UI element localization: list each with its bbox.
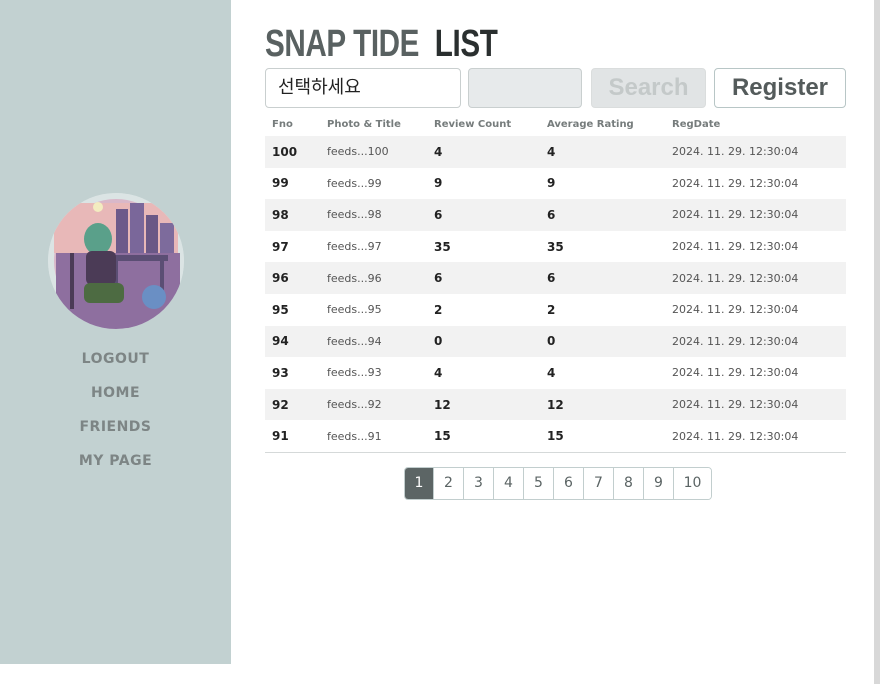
search-type-select[interactable]: 선택하세요 bbox=[265, 68, 461, 108]
page-link-8[interactable]: 8 bbox=[613, 468, 643, 499]
cell-review-count: 4 bbox=[434, 144, 443, 159]
cell-title[interactable]: feeds...96 bbox=[320, 262, 427, 294]
cell-title[interactable]: feeds...98 bbox=[320, 199, 427, 231]
cell-average-rating: 12 bbox=[547, 397, 564, 412]
cell-review-count: 15 bbox=[434, 429, 451, 444]
cell-review-count: 0 bbox=[434, 334, 443, 349]
sidebar-nav: LOGOUT HOME FRIENDS MY PAGE bbox=[0, 350, 231, 486]
cell-average-rating: 4 bbox=[547, 365, 556, 380]
header-photo-title: Photo & Title bbox=[327, 118, 401, 130]
cell-title[interactable]: feeds...95 bbox=[320, 294, 427, 326]
cell-fno: 92 bbox=[272, 397, 289, 412]
cell-average-rating: 9 bbox=[547, 176, 556, 191]
page-link-1[interactable]: 1 bbox=[405, 468, 433, 499]
cell-average-rating: 6 bbox=[547, 271, 556, 286]
cell-regdate: 2024. 11. 29. 12:30:04 bbox=[672, 145, 799, 159]
cell-fno: 100 bbox=[272, 144, 298, 159]
page-link-5[interactable]: 5 bbox=[523, 468, 553, 499]
cell-regdate: 2024. 11. 29. 12:30:04 bbox=[672, 334, 799, 348]
cell-title[interactable]: feeds...91 bbox=[320, 420, 427, 452]
page-title: SNAP TIDE LIST bbox=[265, 22, 498, 66]
table-row[interactable]: 95 feeds...95 2 2 2024. 11. 29. 12:30:04 bbox=[265, 294, 846, 326]
cell-fno: 97 bbox=[272, 239, 289, 254]
feeds-table: Fno Photo & Title Review Count Average R… bbox=[265, 112, 846, 453]
cell-regdate: 2024. 11. 29. 12:30:04 bbox=[672, 366, 799, 380]
cell-review-count: 2 bbox=[434, 302, 443, 317]
cell-fno: 96 bbox=[272, 271, 289, 286]
cell-average-rating: 15 bbox=[547, 429, 564, 444]
header-review-count: Review Count bbox=[434, 118, 512, 130]
table-row[interactable]: 99 feeds...99 9 9 2024. 11. 29. 12:30:04 bbox=[265, 168, 846, 200]
page-link-3[interactable]: 3 bbox=[463, 468, 493, 499]
header-fno: Fno bbox=[272, 118, 293, 130]
cell-fno: 91 bbox=[272, 429, 289, 444]
cell-fno: 98 bbox=[272, 207, 289, 222]
cell-average-rating: 35 bbox=[547, 239, 564, 254]
cell-title[interactable]: feeds...100 bbox=[320, 136, 427, 168]
page-link-6[interactable]: 6 bbox=[553, 468, 583, 499]
table-row[interactable]: 93 feeds...93 4 4 2024. 11. 29. 12:30:04 bbox=[265, 357, 846, 389]
nav-home[interactable]: HOME bbox=[0, 384, 231, 418]
nav-friends[interactable]: FRIENDS bbox=[0, 418, 231, 452]
cell-review-count: 35 bbox=[434, 239, 451, 254]
table-row[interactable]: 98 feeds...98 6 6 2024. 11. 29. 12:30:04 bbox=[265, 199, 846, 231]
search-bar: 선택하세요 Search Register bbox=[265, 68, 846, 108]
register-button[interactable]: Register bbox=[714, 68, 846, 108]
cell-review-count: 6 bbox=[434, 207, 443, 222]
page-scrollbar[interactable] bbox=[874, 0, 880, 684]
table-row[interactable]: 94 feeds...94 0 0 2024. 11. 29. 12:30:04 bbox=[265, 325, 846, 358]
cell-review-count: 9 bbox=[434, 176, 443, 191]
cell-regdate: 2024. 11. 29. 12:30:04 bbox=[672, 240, 799, 254]
page-link-2[interactable]: 2 bbox=[433, 468, 463, 499]
table-row[interactable]: 96 feeds...96 6 6 2024. 11. 29. 12:30:04 bbox=[265, 262, 846, 294]
page-link-10[interactable]: 10 bbox=[673, 468, 711, 499]
cell-fno: 95 bbox=[272, 302, 289, 317]
cell-regdate: 2024. 11. 29. 12:30:04 bbox=[672, 208, 799, 222]
header-average-rating: Average Rating bbox=[547, 118, 634, 130]
search-keyword-input[interactable] bbox=[468, 68, 582, 108]
cell-title[interactable]: feeds...94 bbox=[320, 326, 427, 358]
cell-title[interactable]: feeds...99 bbox=[320, 168, 427, 200]
cell-average-rating: 6 bbox=[547, 207, 556, 222]
cell-review-count: 4 bbox=[434, 365, 443, 380]
page-link-7[interactable]: 7 bbox=[583, 468, 613, 499]
cell-review-count: 12 bbox=[434, 397, 451, 412]
table-row[interactable]: 97 feeds...97 35 35 2024. 11. 29. 12:30:… bbox=[265, 231, 846, 263]
table-header-row: Fno Photo & Title Review Count Average R… bbox=[265, 112, 846, 136]
table-row[interactable]: 100 feeds...100 4 4 2024. 11. 29. 12:30:… bbox=[265, 136, 846, 168]
cell-title[interactable]: feeds...92 bbox=[320, 389, 427, 421]
cell-title[interactable]: feeds...97 bbox=[320, 231, 427, 263]
table-row[interactable]: 91 feeds...91 15 15 2024. 11. 29. 12:30:… bbox=[265, 420, 846, 453]
cell-average-rating: 2 bbox=[547, 302, 556, 317]
cell-fno: 94 bbox=[272, 334, 289, 349]
cell-regdate: 2024. 11. 29. 12:30:04 bbox=[672, 429, 799, 443]
sidebar: LOGOUT HOME FRIENDS MY PAGE bbox=[0, 0, 231, 664]
nav-my-page[interactable]: MY PAGE bbox=[0, 452, 231, 486]
cell-fno: 99 bbox=[272, 176, 289, 191]
cell-regdate: 2024. 11. 29. 12:30:04 bbox=[672, 303, 799, 317]
header-regdate: RegDate bbox=[672, 118, 721, 130]
page-link-9[interactable]: 9 bbox=[643, 468, 673, 499]
avatar bbox=[48, 193, 184, 329]
title-part-2: LIST bbox=[434, 23, 498, 65]
cell-title[interactable]: feeds...93 bbox=[320, 357, 427, 389]
title-part-1: SNAP TIDE bbox=[265, 23, 420, 65]
table-row[interactable]: 92 feeds...92 12 12 2024. 11. 29. 12:30:… bbox=[265, 388, 846, 421]
cell-average-rating: 4 bbox=[547, 144, 556, 159]
pagination: 1 2 3 4 5 6 7 8 9 10 bbox=[404, 467, 712, 500]
cell-regdate: 2024. 11. 29. 12:30:04 bbox=[672, 176, 799, 190]
nav-logout[interactable]: LOGOUT bbox=[0, 350, 231, 384]
cell-regdate: 2024. 11. 29. 12:30:04 bbox=[672, 398, 799, 412]
cell-average-rating: 0 bbox=[547, 334, 556, 349]
search-button[interactable]: Search bbox=[591, 68, 706, 108]
cell-fno: 93 bbox=[272, 365, 289, 380]
page-link-4[interactable]: 4 bbox=[493, 468, 523, 499]
cell-review-count: 6 bbox=[434, 271, 443, 286]
avatar-illustration bbox=[48, 193, 184, 329]
cell-regdate: 2024. 11. 29. 12:30:04 bbox=[672, 271, 799, 285]
